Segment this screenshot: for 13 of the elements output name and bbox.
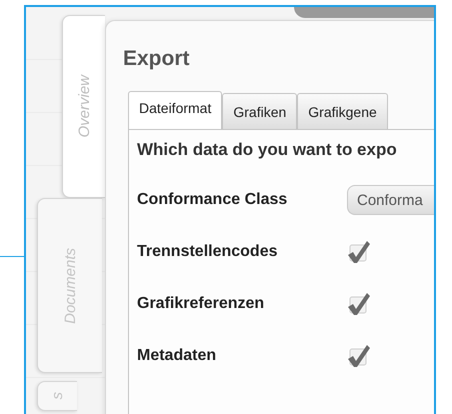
option-label: Grafikreferenzen [137, 295, 266, 313]
panel-title: Export [123, 47, 191, 71]
checked-checkbox[interactable] [347, 292, 371, 316]
tab[interactable]: Grafiken [222, 93, 298, 129]
tab[interactable]: Grafikgene [297, 93, 388, 129]
tab[interactable]: Dateiformat [128, 91, 222, 129]
question-text: Which data do you want to expo [137, 140, 398, 160]
option-label: Conformance Class [137, 191, 288, 209]
option-label: Trennstellencodes [137, 243, 278, 261]
checked-checkbox[interactable] [347, 240, 371, 264]
conformance-dropdown[interactable]: Conforma [347, 185, 434, 215]
checked-checkbox[interactable] [347, 344, 371, 368]
option-label: Metadaten [137, 347, 218, 365]
